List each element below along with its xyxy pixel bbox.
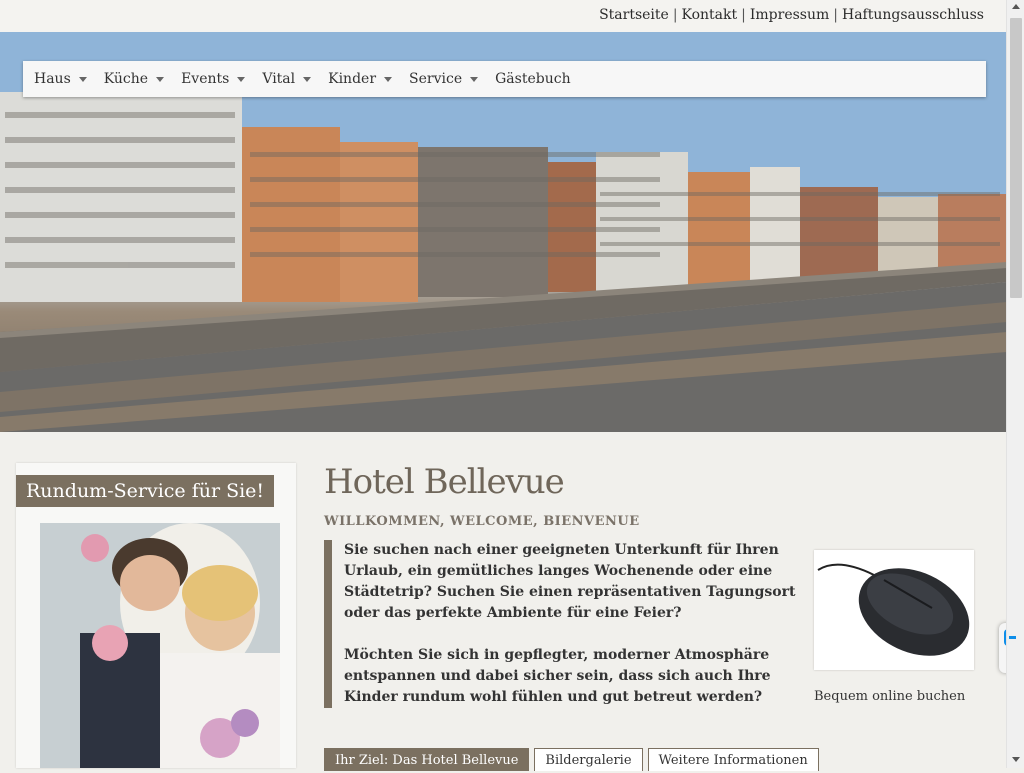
online-booking-image[interactable]: [814, 550, 974, 670]
top-bar: Startseite | Kontakt | Impressum | Haftungsaus…: [0, 0, 1007, 32]
intro-paragraph-1: Sie suchen nach einer geeigneten Unterku…: [344, 542, 796, 621]
sidebar: Rundum-Service für Sie!: [16, 463, 296, 768]
scroll-down-arrow-icon[interactable]: [1012, 757, 1020, 762]
nav-item-events[interactable]: Events: [181, 71, 246, 87]
caret-down-icon: [303, 76, 312, 82]
link-impressum[interactable]: Impressum: [750, 7, 829, 23]
hero-image: Haus Küche Events Vital Kinder Service G…: [0, 32, 1007, 432]
online-booking-caption[interactable]: Bequem online buchen: [814, 689, 965, 704]
nav-item-vital[interactable]: Vital: [262, 71, 312, 87]
link-startseite[interactable]: Startseite: [599, 7, 669, 23]
nav-label: Events: [181, 71, 230, 87]
main-navigation: Haus Küche Events Vital Kinder Service G…: [23, 61, 986, 97]
sidebar-title: Rundum-Service für Sie!: [16, 475, 274, 507]
nav-item-haus[interactable]: Haus: [34, 71, 87, 87]
nav-item-kinder[interactable]: Kinder: [328, 71, 393, 87]
scroll-thumb[interactable]: [1010, 18, 1022, 298]
intro-text: Sie suchen nach einer geeigneten Unterku…: [324, 540, 802, 708]
caret-down-icon: [384, 76, 393, 82]
separator: |: [741, 7, 746, 23]
intro-paragraph-2: Möchten Sie sich in gepflegter, moderner…: [344, 647, 771, 705]
separator: |: [833, 7, 838, 23]
separator: |: [672, 7, 678, 23]
wedding-couple-photo: [40, 523, 280, 768]
nav-label: Haus: [34, 71, 71, 87]
nav-label: Küche: [103, 71, 149, 87]
caret-down-icon: [237, 76, 246, 82]
caret-down-icon: [78, 76, 87, 82]
nav-label: Gästebuch: [495, 71, 571, 87]
computer-mouse-image: [814, 550, 974, 670]
main-content: Hotel Bellevue WILLKOMMEN, WELCOME, BIEN…: [324, 462, 994, 771]
welcome-subtitle: WILLKOMMEN, WELCOME, BIENVENUE: [324, 514, 640, 529]
link-kontakt[interactable]: Kontakt: [682, 7, 738, 23]
nav-item-kueche[interactable]: Küche: [103, 71, 165, 87]
nav-label: Service: [409, 71, 463, 87]
nav-label: Kinder: [328, 71, 377, 87]
top-links: Startseite | Kontakt | Impressum | Haftungsaus…: [599, 7, 984, 23]
nav-item-service[interactable]: Service: [409, 71, 479, 87]
scroll-up-arrow-icon[interactable]: [1012, 4, 1020, 9]
wedding-photo-image: [40, 523, 280, 768]
nav-label: Vital: [262, 71, 296, 87]
vertical-scrollbar[interactable]: [1006, 0, 1024, 768]
link-haftungsausschluss[interactable]: Haftungsausschluss: [842, 7, 984, 23]
caret-down-icon: [470, 76, 479, 82]
nav-item-gaestebuch[interactable]: Gästebuch: [495, 71, 570, 87]
page-title: Hotel Bellevue: [324, 462, 565, 502]
caret-down-icon: [156, 76, 165, 82]
